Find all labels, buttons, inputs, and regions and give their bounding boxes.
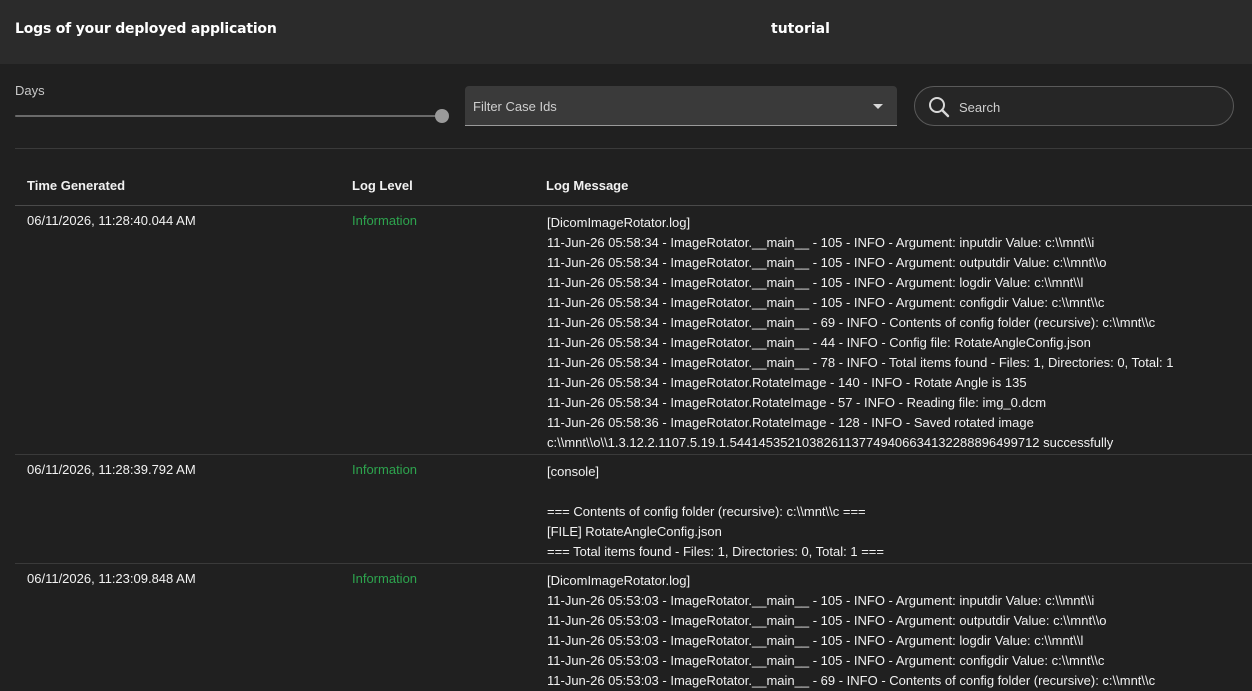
column-header-time[interactable]: Time Generated [27, 178, 125, 193]
table-header: Time Generated Log Level Log Message [15, 177, 1252, 206]
log-message-cell: [DicomImageRotator.log] 11-Jun-26 05:58:… [547, 213, 1247, 453]
days-slider-track[interactable] [15, 115, 442, 117]
app-name: tutorial [771, 21, 830, 37]
log-line: [DicomImageRotator.log] [547, 573, 691, 588]
log-line: 11-Jun-26 05:53:03 - ImageRotator.__main… [547, 673, 1156, 688]
log-message-cell: [DicomImageRotator.log] 11-Jun-26 05:53:… [547, 571, 1247, 691]
log-line: c:\\mnt\\o\\1.3.12.2.1107.5.19.1.5441453… [547, 435, 1114, 450]
log-line: 11-Jun-26 05:53:03 - ImageRotator.__main… [547, 613, 1107, 628]
log-line: 11-Jun-26 05:58:34 - ImageRotator.__main… [547, 295, 1105, 310]
search-input[interactable] [959, 97, 1219, 117]
log-line: [DicomImageRotator.log] [547, 215, 691, 230]
filter-case-ids-dropdown[interactable]: Filter Case Ids [465, 86, 897, 126]
log-level-cell: Information [352, 213, 418, 228]
days-label: Days [15, 83, 45, 98]
divider [15, 148, 1252, 149]
log-line: [FILE] RotateAngleConfig.json [547, 524, 722, 539]
log-line: 11-Jun-26 05:58:34 - ImageRotator.__main… [547, 255, 1107, 270]
log-level-cell: Information [352, 571, 418, 586]
column-header-level[interactable]: Log Level [352, 178, 413, 193]
table-row[interactable]: 06/11/2026, 11:28:40.044 AM Information … [15, 206, 1252, 455]
log-line: 11-Jun-26 05:58:34 - ImageRotator.__main… [547, 275, 1084, 290]
search-box[interactable] [914, 86, 1234, 126]
log-line: 11-Jun-26 05:58:34 - ImageRotator.__main… [547, 315, 1156, 330]
time-generated-cell: 06/11/2026, 11:23:09.848 AM [27, 571, 196, 586]
table-row[interactable]: 06/11/2026, 11:28:39.792 AM Information … [15, 455, 1252, 564]
log-line: === Contents of config folder (recursive… [547, 504, 866, 519]
time-generated-cell: 06/11/2026, 11:28:39.792 AM [27, 462, 196, 477]
log-line: 11-Jun-26 05:58:34 - ImageRotator.__main… [547, 235, 1095, 250]
log-line: 11-Jun-26 05:58:34 - ImageRotator.Rotate… [547, 375, 1027, 390]
log-level-cell: Information [352, 462, 418, 477]
log-line: 11-Jun-26 05:53:03 - ImageRotator.__main… [547, 593, 1095, 608]
log-line: 11-Jun-26 05:53:03 - ImageRotator.__main… [547, 633, 1084, 648]
page-title: Logs of your deployed application [15, 21, 277, 37]
time-generated-cell: 06/11/2026, 11:28:40.044 AM [27, 213, 196, 228]
search-icon [929, 97, 950, 118]
log-line: [console] [547, 464, 600, 479]
log-line: 11-Jun-26 05:58:34 - ImageRotator.Rotate… [547, 395, 1047, 410]
log-line: 11-Jun-26 05:58:34 - ImageRotator.__main… [547, 355, 1174, 370]
app-header: Logs of your deployed application tutori… [0, 0, 1252, 64]
log-line: 11-Jun-26 05:58:34 - ImageRotator.__main… [547, 335, 1091, 350]
log-line: === Total items found - Files: 1, Direct… [547, 544, 884, 559]
log-message-cell: [console] === Contents of config folder … [547, 462, 1247, 562]
column-header-message[interactable]: Log Message [546, 178, 628, 193]
filter-case-ids-placeholder: Filter Case Ids [473, 99, 557, 114]
days-slider-thumb[interactable] [435, 109, 449, 123]
chevron-down-icon[interactable] [873, 104, 883, 109]
log-line: 11-Jun-26 05:58:36 - ImageRotator.Rotate… [547, 415, 1034, 430]
table-row[interactable]: 06/11/2026, 11:23:09.848 AM Information … [15, 564, 1252, 690]
log-line: 11-Jun-26 05:53:03 - ImageRotator.__main… [547, 653, 1105, 668]
